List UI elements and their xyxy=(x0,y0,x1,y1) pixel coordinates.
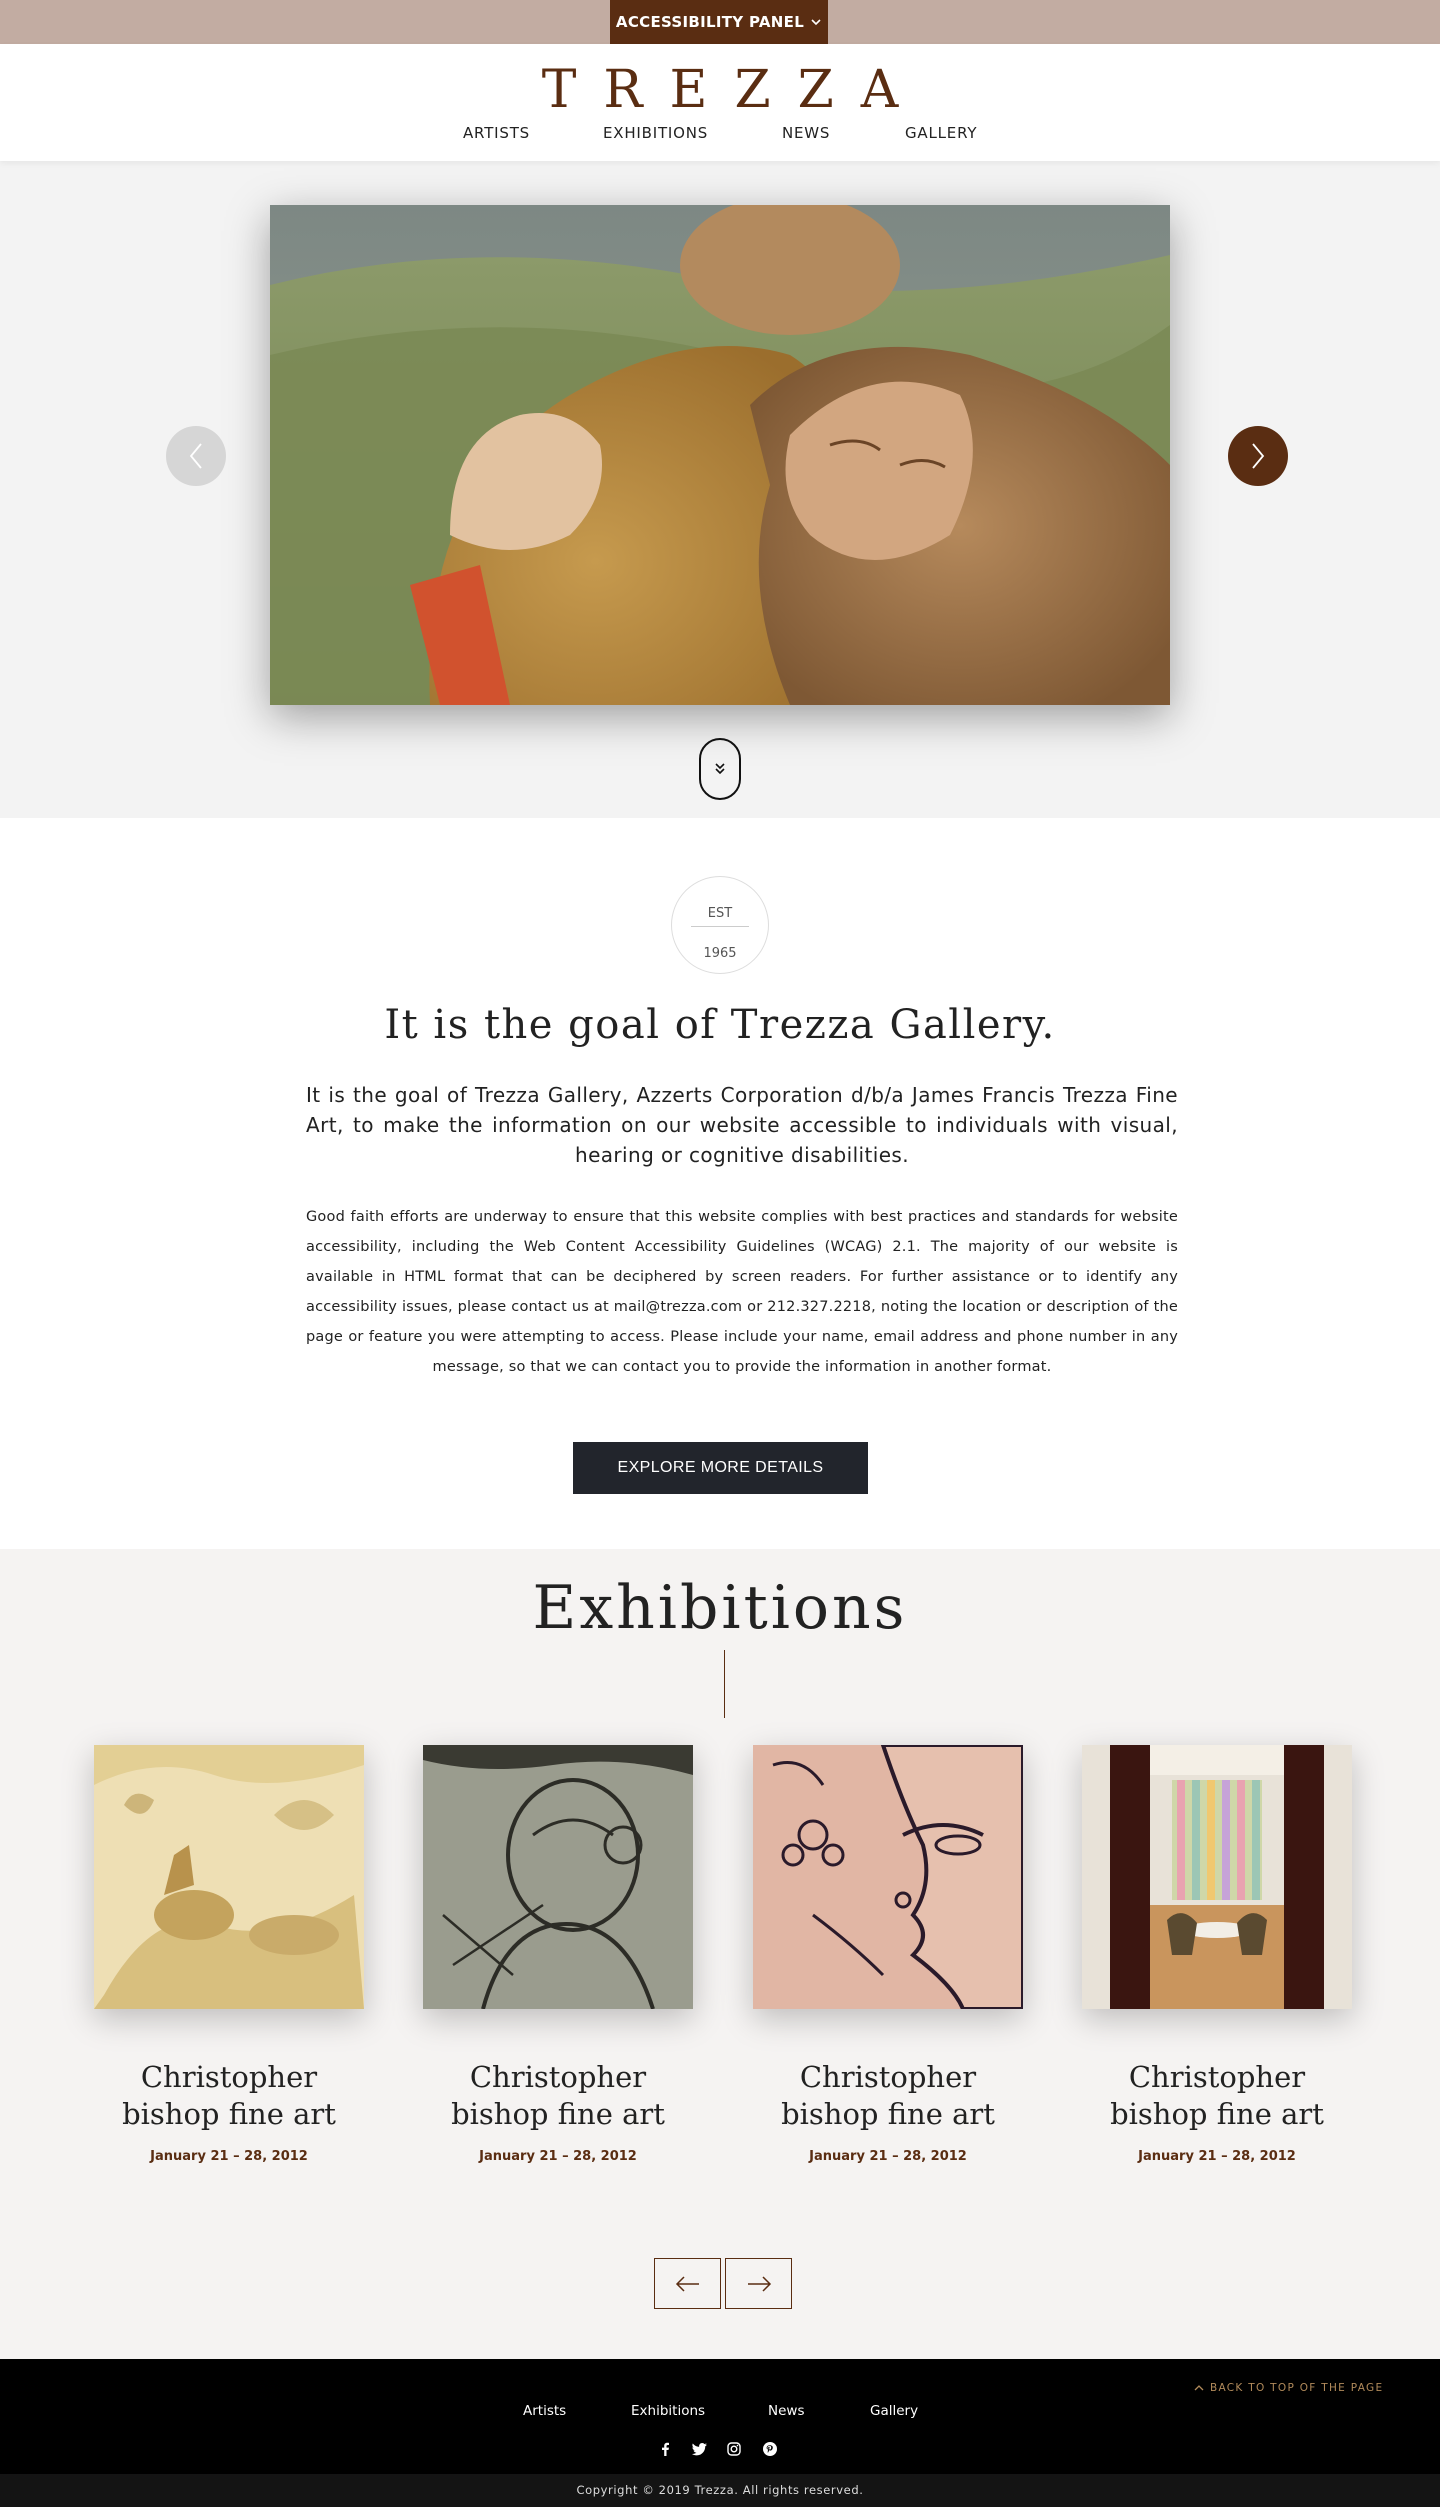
section-divider xyxy=(724,1650,725,1718)
intro-lead: It is the goal of Trezza Gallery, Azzert… xyxy=(306,1083,1178,1167)
intro-body: Good faith efforts are underway to ensur… xyxy=(306,1209,1178,1375)
instagram-icon[interactable] xyxy=(726,2441,742,2457)
nav-news[interactable]: NEWS xyxy=(782,124,830,142)
footer-nav-artists[interactable]: Artists xyxy=(523,2403,566,2419)
back-to-top-label: BACK TO TOP OF THE PAGE xyxy=(1210,2382,1384,2394)
exhibition-title[interactable]: Christopher bishop fine art xyxy=(423,2059,693,2133)
hero-next-button[interactable] xyxy=(1228,426,1288,486)
footer-nav-news[interactable]: News xyxy=(768,2403,804,2419)
exhibition-title[interactable]: Christopher bishop fine art xyxy=(753,2059,1023,2133)
footer-nav-gallery[interactable]: Gallery xyxy=(870,2403,918,2419)
exhibition-card[interactable]: Christopher bishop fine art January 21 –… xyxy=(753,1745,1023,2164)
main-nav: ARTISTS EXHIBITIONS NEWS GALLERY xyxy=(0,124,1440,148)
chevron-up-icon xyxy=(1194,2385,1204,2391)
intro-title: It is the goal of Trezza Gallery. xyxy=(384,1002,1056,1048)
accessibility-bar: ACCESSIBILITY PANEL xyxy=(0,0,1440,44)
hero-slider xyxy=(0,161,1440,818)
est-year: 1965 xyxy=(703,946,737,961)
exhibition-card[interactable]: Christopher bishop fine art January 21 –… xyxy=(94,1745,364,2164)
hero-prev-button[interactable] xyxy=(166,426,226,486)
pinterest-icon[interactable] xyxy=(762,2441,778,2457)
nav-artists[interactable]: ARTISTS xyxy=(463,124,530,142)
exhibition-title[interactable]: Christopher bishop fine art xyxy=(1082,2059,1352,2133)
accessibility-panel-label: ACCESSIBILITY PANEL xyxy=(615,13,805,31)
twitter-icon[interactable] xyxy=(691,2441,707,2457)
exhibition-image[interactable] xyxy=(1082,1745,1352,2009)
exhibitions-section: Exhibitions Christopher bishop fine art … xyxy=(0,1549,1440,2359)
site-logo[interactable]: TREZZA xyxy=(470,60,970,120)
exhibition-date: January 21 – 28, 2012 xyxy=(479,2149,637,2164)
exhibition-date: January 21 – 28, 2012 xyxy=(809,2149,967,2164)
footer-nav-exhibitions[interactable]: Exhibitions xyxy=(631,2403,705,2419)
exhibitions-prev-button[interactable] xyxy=(654,2258,721,2309)
hero-painting xyxy=(270,205,1170,705)
est-divider xyxy=(691,926,749,927)
site-footer: BACK TO TOP OF THE PAGE Artists Exhibiti… xyxy=(0,2359,1440,2474)
exhibition-title[interactable]: Christopher bishop fine art xyxy=(94,2059,364,2133)
chevron-left-icon xyxy=(189,443,202,469)
back-to-top-link[interactable]: BACK TO TOP OF THE PAGE xyxy=(1194,2382,1383,2394)
chevron-down-icon xyxy=(811,19,821,26)
exhibition-date: January 21 – 28, 2012 xyxy=(150,2149,308,2164)
intro-section: EST 1965 It is the goal of Trezza Galler… xyxy=(0,818,1440,1549)
site-header: TREZZA ARTISTS EXHIBITIONS NEWS GALLERY xyxy=(0,44,1440,161)
explore-more-button[interactable]: EXPLORE MORE DETAILS xyxy=(573,1442,868,1494)
copyright-text: Copyright © 2019 Trezza. All rights rese… xyxy=(0,2474,1440,2507)
est-label: EST xyxy=(707,906,733,921)
exhibition-image[interactable] xyxy=(753,1745,1023,2009)
exhibition-card[interactable]: Christopher bishop fine art January 21 –… xyxy=(423,1745,693,2164)
exhibitions-next-button[interactable] xyxy=(725,2258,792,2309)
double-chevron-down-icon xyxy=(715,763,725,775)
exhibition-date: January 21 – 28, 2012 xyxy=(1138,2149,1296,2164)
arrow-left-icon xyxy=(675,2275,699,2292)
exhibition-image[interactable] xyxy=(94,1745,364,2009)
arrow-right-icon xyxy=(747,2275,771,2292)
established-badge: EST 1965 xyxy=(671,876,769,974)
scroll-down-button[interactable] xyxy=(699,738,741,800)
exhibitions-heading: Exhibitions xyxy=(532,1573,908,1643)
exhibition-image[interactable] xyxy=(423,1745,693,2009)
facebook-icon[interactable] xyxy=(657,2441,673,2457)
nav-exhibitions[interactable]: EXHIBITIONS xyxy=(603,124,708,142)
accessibility-panel-button[interactable]: ACCESSIBILITY PANEL xyxy=(610,0,828,44)
nav-gallery[interactable]: GALLERY xyxy=(905,124,977,142)
exhibition-card[interactable]: Christopher bishop fine art January 21 –… xyxy=(1082,1745,1352,2164)
chevron-right-icon xyxy=(1252,443,1265,469)
